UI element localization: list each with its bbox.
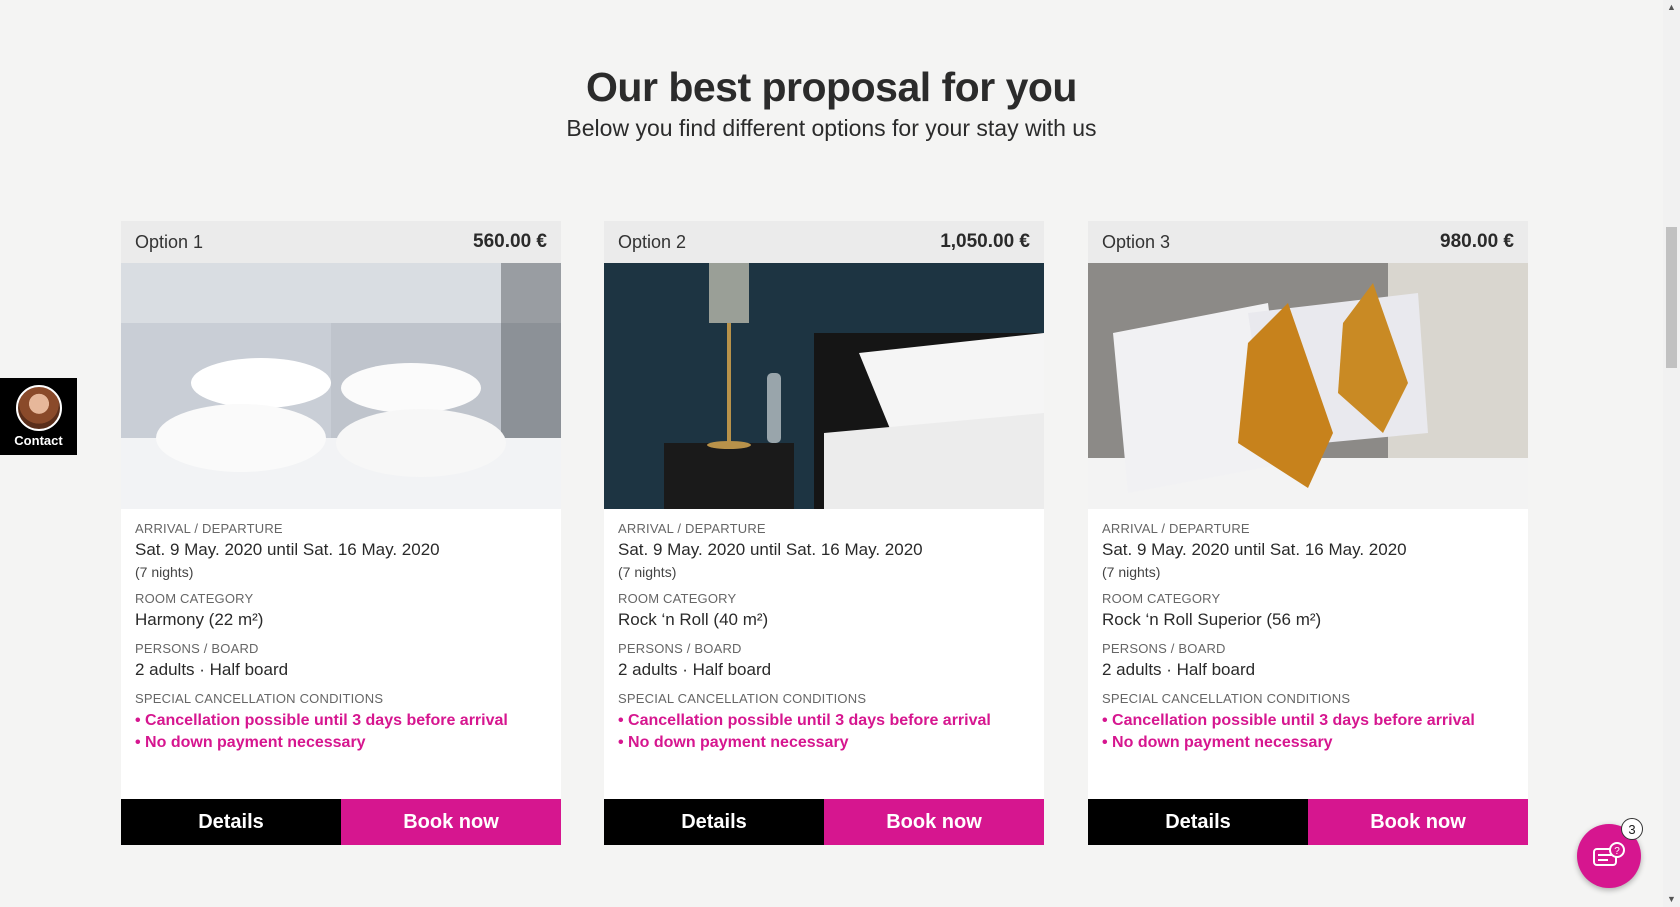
option-card-3: Option 3 980.00 € ARRIVAL / DEPARTURE Sa… bbox=[1088, 221, 1528, 845]
avatar bbox=[15, 385, 62, 431]
payment-condition: • No down payment necessary bbox=[618, 734, 849, 751]
room-category-label: ROOM CATEGORY bbox=[1102, 591, 1221, 606]
arrival-label: ARRIVAL / DEPARTURE bbox=[1102, 521, 1250, 536]
persons-board: 2 adults · Half board bbox=[135, 660, 289, 679]
nights-count: (7 nights) bbox=[135, 564, 194, 580]
room-category: Rock ‘n Roll (40 m²) bbox=[618, 610, 769, 629]
option-price: 560.00 € bbox=[473, 231, 547, 252]
chat-badge: 3 bbox=[1621, 818, 1643, 840]
persons-board-label: PERSONS / BOARD bbox=[135, 641, 259, 656]
option-label: Option 3 bbox=[1102, 231, 1171, 252]
option-label: Option 2 bbox=[618, 231, 687, 252]
book-now-button[interactable]: Book now bbox=[341, 799, 561, 845]
arrival-label: ARRIVAL / DEPARTURE bbox=[135, 521, 283, 536]
nights-count: (7 nights) bbox=[1102, 564, 1161, 580]
book-now-button[interactable]: Book now bbox=[824, 799, 1044, 845]
scroll-down-icon[interactable]: ▼ bbox=[1667, 895, 1676, 904]
book-now-button[interactable]: Book now bbox=[1308, 799, 1528, 845]
nights-count: (7 nights) bbox=[618, 564, 677, 580]
page-subtitle: Below you find different options for you… bbox=[566, 115, 1097, 141]
persons-board-label: PERSONS / BOARD bbox=[1102, 641, 1226, 656]
cancellation-condition: • Cancellation possible until 3 days bef… bbox=[135, 712, 508, 729]
option-price: 1,050.00 € bbox=[940, 231, 1030, 252]
scroll-up-icon[interactable]: ▲ bbox=[1667, 3, 1676, 12]
cancellation-condition: • Cancellation possible until 3 days bef… bbox=[1102, 712, 1475, 729]
room-image bbox=[121, 263, 561, 509]
payment-condition: • No down payment necessary bbox=[1102, 734, 1333, 751]
card-header: Option 2 1,050.00 € bbox=[604, 221, 1044, 263]
room-category: Harmony (22 m²) bbox=[135, 610, 264, 629]
persons-board: 2 adults · Half board bbox=[1102, 660, 1256, 679]
option-label: Option 1 bbox=[135, 231, 204, 252]
room-category-label: ROOM CATEGORY bbox=[618, 591, 737, 606]
cancellation-label: SPECIAL CANCELLATION CONDITIONS bbox=[1102, 691, 1351, 706]
option-card-2: Option 2 1,050.00 € ARRIVAL / DEPARTURE … bbox=[604, 221, 1044, 845]
cancellation-label: SPECIAL CANCELLATION CONDITIONS bbox=[135, 691, 384, 706]
payment-condition: • No down payment necessary bbox=[135, 734, 366, 751]
arrival-dates: Sat. 9 May. 2020 until Sat. 16 May. 2020 bbox=[618, 540, 923, 559]
card-header: Option 3 980.00 € bbox=[1088, 221, 1528, 263]
chat-help-icon: ? bbox=[1593, 842, 1625, 866]
persons-board: 2 adults · Half board bbox=[618, 660, 772, 679]
scrollbar-thumb[interactable] bbox=[1666, 227, 1677, 368]
option-price: 980.00 € bbox=[1440, 231, 1514, 252]
cancellation-condition: • Cancellation possible until 3 days bef… bbox=[618, 712, 991, 729]
room-image bbox=[1088, 263, 1528, 509]
svg-text:?: ? bbox=[1614, 846, 1620, 857]
room-category: Rock ‘n Roll Superior (56 m²) bbox=[1102, 610, 1322, 629]
arrival-dates: Sat. 9 May. 2020 until Sat. 16 May. 2020 bbox=[135, 540, 440, 559]
room-image bbox=[604, 263, 1044, 509]
cancellation-label: SPECIAL CANCELLATION CONDITIONS bbox=[618, 691, 867, 706]
details-button[interactable]: Details bbox=[121, 799, 341, 845]
arrival-dates: Sat. 9 May. 2020 until Sat. 16 May. 2020 bbox=[1102, 540, 1407, 559]
option-card-1: Option 1 560.00 € ARRIVAL / DEPARTURE Sa… bbox=[121, 221, 561, 845]
contact-label: Contact bbox=[14, 433, 63, 448]
page-title: Our best proposal for you bbox=[586, 64, 1077, 110]
card-header: Option 1 560.00 € bbox=[121, 221, 561, 263]
details-button[interactable]: Details bbox=[1088, 799, 1308, 845]
room-category-label: ROOM CATEGORY bbox=[135, 591, 254, 606]
persons-board-label: PERSONS / BOARD bbox=[618, 641, 742, 656]
scrollbar[interactable]: ▲ ▼ bbox=[1663, 0, 1680, 907]
contact-widget[interactable]: Contact bbox=[0, 378, 77, 455]
arrival-label: ARRIVAL / DEPARTURE bbox=[618, 521, 766, 536]
details-button[interactable]: Details bbox=[604, 799, 824, 845]
